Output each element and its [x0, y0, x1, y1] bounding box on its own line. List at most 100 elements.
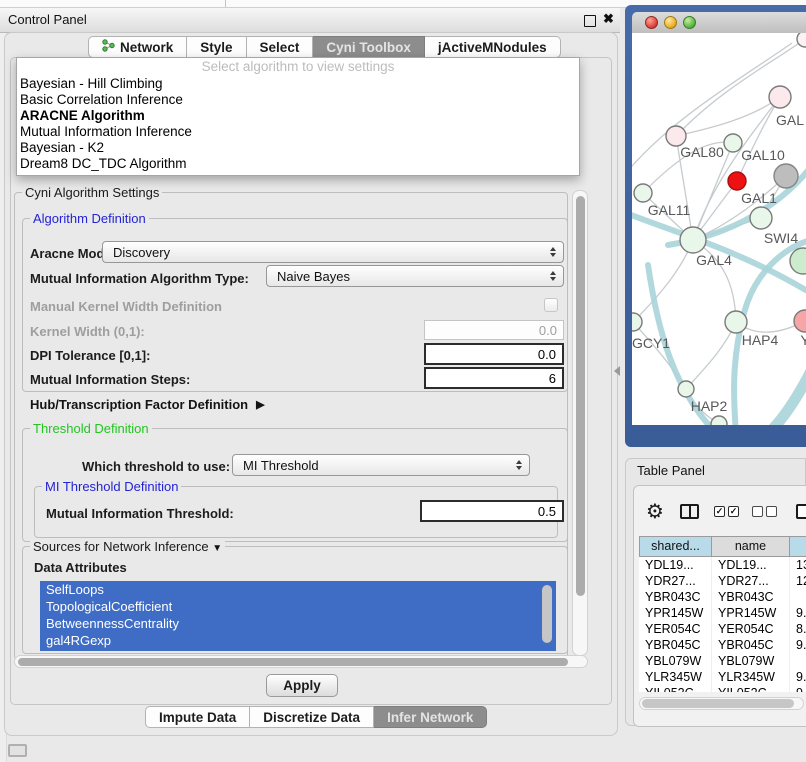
data-attributes-list[interactable]: SelfLoopsTopologicalCoefficientBetweenne…: [40, 581, 556, 651]
algorithm-option-list: Bayesian - Hill ClimbingBasic Correlatio…: [17, 76, 579, 172]
manual-kernel-width-checkbox[interactable]: [544, 298, 558, 312]
zoom-traffic-light-icon[interactable]: [683, 16, 696, 29]
network-view-canvas[interactable]: GALGAL80GAL10GAL1GAL11GAL4SWI4GCY1HAP4YH…: [632, 33, 806, 425]
checked-box-icon: ✓: [728, 506, 739, 517]
gear-icon[interactable]: ⚙: [646, 501, 664, 521]
table-row[interactable]: YBR045CYBR045C9.: [639, 637, 806, 653]
attribute-item[interactable]: SelfLoops: [40, 581, 556, 598]
table-horizontal-scrollbar-thumb[interactable]: [642, 699, 794, 708]
tab-cyni-toolbox[interactable]: Cyni Toolbox: [313, 36, 425, 58]
mi-algorithm-type-select[interactable]: Naive Bayes: [266, 265, 564, 287]
which-threshold-value: MI Threshold: [243, 458, 319, 473]
table-cell: 9.: [790, 605, 806, 621]
algorithm-option[interactable]: Mutual Information Inference: [17, 124, 579, 140]
table-row[interactable]: YLR345WYLR345W9.: [639, 669, 806, 685]
attributes-scrollbar-thumb[interactable]: [542, 585, 552, 643]
settings-vertical-scrollbar-thumb[interactable]: [576, 196, 585, 596]
select-all-columns-icon[interactable]: ✓ ✓: [714, 506, 739, 517]
close-traffic-light-icon[interactable]: [645, 16, 658, 29]
hub-definition-label: Hub/Transcription Factor Definition: [30, 397, 248, 412]
tab-network[interactable]: Network: [88, 36, 187, 58]
column-header-extra[interactable]: [790, 536, 806, 557]
network-node-label: GCY1: [632, 335, 670, 351]
network-node-label: GAL80: [680, 144, 724, 160]
table-cell: YLR345W: [712, 669, 790, 685]
hub-definition-expander[interactable]: Hub/Transcription Factor Definition ▶: [30, 397, 265, 412]
dpi-tolerance-field[interactable]: 0.0: [424, 343, 564, 365]
network-node[interactable]: [794, 310, 806, 332]
table-row[interactable]: YDL19...YDL19...13: [639, 557, 806, 573]
columns-icon[interactable]: [680, 504, 699, 519]
algorithm-option[interactable]: Bayesian - Hill Climbing: [17, 76, 579, 92]
tab-jactivemnodules[interactable]: jActiveMNodules: [425, 36, 561, 58]
table-row[interactable]: YER054CYER054C8.: [639, 621, 806, 637]
network-node[interactable]: [680, 227, 706, 253]
attribute-item[interactable]: TopologicalCoefficient: [40, 598, 556, 615]
network-node-label: GAL1: [741, 190, 777, 206]
algorithm-select-placeholder[interactable]: Select algorithm to view settings: [17, 58, 579, 76]
tab-label: Network: [120, 40, 173, 55]
sources-title-text: Sources for Network Inference: [33, 539, 209, 554]
tab-style[interactable]: Style: [187, 36, 246, 58]
network-node[interactable]: [797, 33, 806, 47]
split-pane-handle-icon[interactable]: [614, 366, 620, 376]
attribute-item[interactable]: gal4RGexp: [40, 632, 556, 649]
network-node[interactable]: [666, 126, 686, 146]
kernel-width-field[interactable]: 0.0: [424, 320, 564, 340]
table-cell: YBR045C: [639, 637, 712, 653]
network-edge[interactable]: [633, 240, 693, 322]
settings-horizontal-scrollbar[interactable]: [14, 655, 588, 668]
manual-kernel-width-label: Manual Kernel Width Definition: [30, 299, 222, 314]
network-node[interactable]: [711, 416, 727, 425]
algorithm-option[interactable]: Basic Correlation Inference: [17, 92, 579, 108]
network-node[interactable]: [790, 248, 806, 274]
algorithm-option[interactable]: ARACNE Algorithm: [17, 108, 579, 124]
network-edge[interactable]: [686, 322, 736, 389]
network-window-titlebar[interactable]: [632, 12, 806, 34]
algorithm-option[interactable]: Dream8 DC_TDC Algorithm: [17, 156, 579, 172]
mi-threshold-field[interactable]: 0.5: [420, 500, 564, 522]
network-node[interactable]: [632, 313, 642, 331]
network-node[interactable]: [750, 207, 772, 229]
expand-arrow-icon[interactable]: ▶: [256, 398, 264, 411]
aracne-mode-select[interactable]: Discovery: [102, 241, 564, 263]
network-node[interactable]: [725, 311, 747, 333]
apply-button[interactable]: Apply: [266, 674, 338, 697]
network-node[interactable]: [634, 184, 652, 202]
network-node[interactable]: [678, 381, 694, 397]
table-row[interactable]: YIL052CYIL052C9.: [639, 685, 806, 692]
which-threshold-select[interactable]: MI Threshold: [232, 454, 530, 476]
network-node[interactable]: [728, 172, 746, 190]
tab-discretize-data[interactable]: Discretize Data: [250, 706, 374, 728]
tab-infer-network[interactable]: Infer Network: [374, 706, 487, 728]
column-header-name[interactable]: name: [712, 536, 790, 557]
settings-vertical-scrollbar[interactable]: [572, 190, 588, 656]
attribute-item[interactable]: BetweennessCentrality: [40, 615, 556, 632]
tab-impute-data[interactable]: Impute Data: [145, 706, 250, 728]
deselect-all-columns-icon[interactable]: [752, 506, 777, 517]
minimize-traffic-light-icon[interactable]: [664, 16, 677, 29]
collapse-arrow-icon[interactable]: ▼: [212, 543, 222, 554]
mi-steps-field[interactable]: 6: [424, 367, 564, 389]
network-node[interactable]: [774, 164, 798, 188]
mi-steps-label: Mutual Information Steps:: [30, 372, 190, 387]
close-icon[interactable]: ✖: [603, 11, 614, 27]
table-row[interactable]: YBR043CYBR043C: [639, 589, 806, 605]
float-window-icon[interactable]: [584, 15, 596, 27]
network-node[interactable]: [769, 86, 791, 108]
checked-box-icon: ✓: [714, 506, 725, 517]
table-row[interactable]: YPR145WYPR145W9.: [639, 605, 806, 621]
table-cell: 8.: [790, 621, 806, 637]
docked-panel-icon[interactable]: [8, 744, 27, 757]
network-node[interactable]: [724, 134, 742, 152]
table-cell: 9.: [790, 685, 806, 692]
new-table-icon[interactable]: [796, 504, 806, 519]
tab-select[interactable]: Select: [247, 36, 314, 58]
column-header-shared-[interactable]: shared...: [639, 536, 712, 557]
network-node-label: GAL: [776, 112, 804, 128]
table-row[interactable]: YBL079WYBL079W: [639, 653, 806, 669]
settings-horizontal-scrollbar-thumb[interactable]: [18, 658, 568, 666]
network-edge-thick[interactable]: [762, 353, 806, 425]
algorithm-option[interactable]: Bayesian - K2: [17, 140, 579, 156]
table-row[interactable]: YDR27...YDR27...12: [639, 573, 806, 589]
